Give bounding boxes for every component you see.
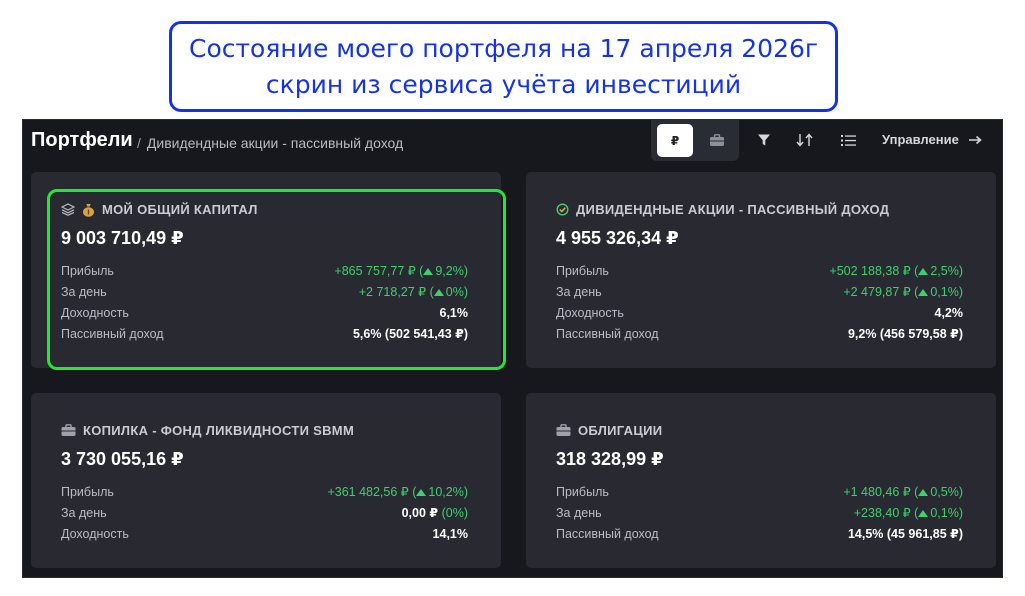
- filter-icon: [758, 134, 770, 146]
- triangle-up-icon: [416, 489, 427, 496]
- metric-value: 0,00 ₽ (0%): [401, 506, 468, 520]
- metric-value: 9,2% (456 579,58 ₽): [847, 327, 963, 341]
- metric-row-yield: Доходность 4,2%: [556, 302, 963, 323]
- portfolio-card-bonds[interactable]: ОБЛИГАЦИИ 318 328,99 ₽ Прибыль +1 480,46…: [526, 393, 996, 568]
- metric-row-yield: Доходность 14,1%: [61, 523, 468, 544]
- layers-icon: [61, 203, 75, 216]
- metric-row-profit: Прибыль +502 188,38 ₽ (2,5%): [556, 260, 963, 281]
- card-name: ДИВИДЕНДНЫЕ АКЦИИ - ПАССИВНЫЙ ДОХОД: [576, 202, 890, 217]
- sort-icon: [796, 133, 813, 147]
- card-total: 4 955 326,34 ₽: [556, 228, 679, 248]
- triangle-up-icon: [918, 510, 929, 517]
- metric-row-profit: Прибыль +1 480,46 ₽ (0,5%): [556, 481, 963, 502]
- metric-row-passive-income: Пассивный доход 5,6% (502 541,43 ₽): [61, 323, 468, 344]
- metric-row-profit: Прибыль +361 482,56 ₽ (10,2%): [61, 481, 468, 502]
- card-total: 318 328,99 ₽: [556, 449, 664, 469]
- triangle-up-icon: [918, 489, 929, 496]
- metric-row-day: За день +238,40 ₽ (0,1%): [556, 502, 963, 523]
- filter-button[interactable]: [754, 130, 774, 150]
- briefcase-icon: [556, 424, 571, 436]
- metric-label: Пассивный доход: [556, 526, 659, 541]
- metric-row-passive-income: Пассивный доход 9,2% (456 579,58 ₽): [556, 323, 963, 344]
- metric-value: +361 482,56 ₽ (10,2%): [327, 485, 468, 499]
- list-icon: [840, 134, 856, 146]
- check-circle-icon: [556, 203, 569, 216]
- metric-label: Доходность: [556, 305, 624, 320]
- metric-value: 4,2%: [934, 305, 964, 320]
- money-bag-icon: [83, 203, 94, 217]
- manage-button[interactable]: Управление: [882, 132, 982, 147]
- triangle-up-icon: [918, 289, 929, 296]
- metric-label: Прибыль: [61, 263, 114, 278]
- metric-label: За день: [61, 284, 107, 299]
- card-name: КОПИЛКА - ФОНД ЛИКВИДНОСТИ SBMM: [83, 423, 355, 438]
- card-header: КОПИЛКА - ФОНД ЛИКВИДНОСТИ SBMM: [61, 423, 354, 438]
- briefcase-icon: [61, 424, 76, 436]
- card-metrics: Прибыль +865 757,77 ₽ (9,2%) За день +2 …: [61, 260, 468, 344]
- metric-row-passive-income: Пассивный доход 14,5% (45 961,85 ₽): [556, 523, 963, 544]
- card-total: 9 003 710,49 ₽: [61, 228, 184, 248]
- card-name: МОЙ ОБЩИЙ КАПИТАЛ: [102, 202, 258, 217]
- triangle-up-icon: [433, 289, 444, 296]
- card-name: ОБЛИГАЦИИ: [578, 423, 663, 438]
- card-header: МОЙ ОБЩИЙ КАПИТАЛ: [61, 202, 258, 217]
- sort-button[interactable]: [793, 130, 817, 150]
- currency-view-button[interactable]: ₽: [657, 124, 693, 157]
- card-header: ДИВИДЕНДНЫЕ АКЦИИ - ПАССИВНЫЙ ДОХОД: [556, 202, 889, 217]
- caption-line-1: Состояние моего портфеля на 17 апреля 20…: [188, 33, 819, 63]
- metric-value: +502 188,38 ₽ (2,5%): [829, 264, 963, 278]
- metric-label: За день: [556, 505, 602, 520]
- breadcrumb-current[interactable]: Дивидендные акции - пассивный доход: [147, 135, 403, 151]
- manage-label: Управление: [882, 132, 959, 147]
- list-view-button[interactable]: [838, 130, 858, 150]
- metric-row-day: За день 0,00 ₽ (0%): [61, 502, 468, 523]
- portfolio-card-total-capital[interactable]: МОЙ ОБЩИЙ КАПИТАЛ 9 003 710,49 ₽ Прибыль…: [31, 172, 501, 368]
- metric-label: Прибыль: [61, 484, 114, 499]
- card-metrics: Прибыль +502 188,38 ₽ (2,5%) За день +2 …: [556, 260, 963, 344]
- metric-row-profit: Прибыль +865 757,77 ₽ (9,2%): [61, 260, 468, 281]
- triangle-up-icon: [918, 268, 929, 275]
- breadcrumb[interactable]: / Дивидендные акции - пассивный доход: [137, 135, 403, 151]
- metric-value: 14,1%: [432, 526, 468, 541]
- arrow-right-icon: [968, 135, 982, 144]
- card-metrics: Прибыль +1 480,46 ₽ (0,5%) За день +238,…: [556, 481, 963, 544]
- caption-line-2: скрин из сервиса учёта инвестиций: [265, 69, 742, 99]
- assets-view-button[interactable]: [699, 124, 735, 157]
- metric-value: +2 718,27 ₽ (0%): [358, 285, 468, 299]
- card-header: ОБЛИГАЦИИ: [556, 423, 662, 438]
- metric-value: +2 479,87 ₽ (0,1%): [843, 285, 963, 299]
- caption-box: Состояние моего портфеля на 17 апреля 20…: [169, 21, 838, 112]
- metric-row-yield: Доходность 6,1%: [61, 302, 468, 323]
- view-toggle: ₽: [651, 120, 739, 161]
- metric-value: 14,5% (45 961,85 ₽): [847, 527, 963, 541]
- metric-label: Доходность: [61, 305, 129, 320]
- portfolio-card-dividend-stocks[interactable]: ДИВИДЕНДНЫЕ АКЦИИ - ПАССИВНЫЙ ДОХОД 4 95…: [526, 172, 996, 368]
- card-metrics: Прибыль +361 482,56 ₽ (10,2%) За день 0,…: [61, 481, 468, 544]
- triangle-up-icon: [423, 268, 434, 275]
- metric-label: За день: [61, 505, 107, 520]
- metric-label: Пассивный доход: [556, 326, 659, 341]
- metric-value: +238,40 ₽ (0,1%): [853, 506, 963, 520]
- metric-row-day: За день +2 479,87 ₽ (0,1%): [556, 281, 963, 302]
- metric-value: +1 480,46 ₽ (0,5%): [843, 485, 963, 499]
- metric-label: Прибыль: [556, 484, 609, 499]
- metric-value: 5,6% (502 541,43 ₽): [352, 327, 468, 341]
- metric-label: Пассивный доход: [61, 326, 164, 341]
- header: Портфели / Дивидендные акции - пассивный …: [23, 120, 1002, 170]
- briefcase-icon: [710, 134, 724, 146]
- breadcrumb-separator: /: [137, 135, 141, 151]
- metric-label: За день: [556, 284, 602, 299]
- page-title: Портфели: [31, 129, 133, 151]
- card-total: 3 730 055,16 ₽: [61, 449, 184, 469]
- metric-value: 6,1%: [439, 305, 469, 320]
- portfolio-app: Портфели / Дивидендные акции - пассивный …: [22, 119, 1003, 578]
- metric-row-day: За день +2 718,27 ₽ (0%): [61, 281, 468, 302]
- portfolio-card-liquidity-fund[interactable]: КОПИЛКА - ФОНД ЛИКВИДНОСТИ SBMM 3 730 05…: [31, 393, 501, 568]
- metric-label: Прибыль: [556, 263, 609, 278]
- metric-value: +865 757,77 ₽ (9,2%): [334, 264, 468, 278]
- metric-label: Доходность: [61, 526, 129, 541]
